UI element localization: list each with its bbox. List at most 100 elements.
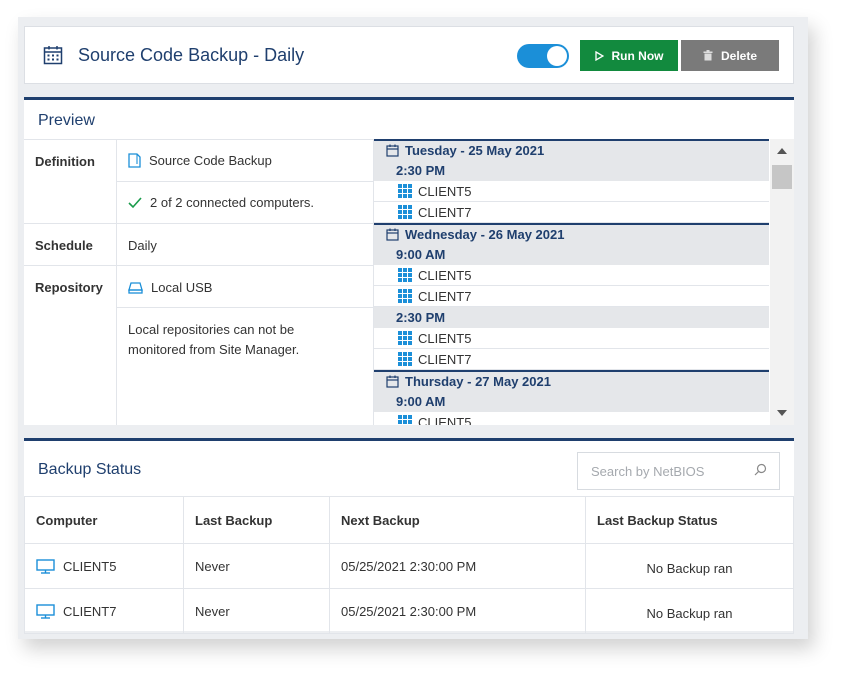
schedule-client-label: CLIENT5 [418,330,472,346]
scroll-down-icon[interactable] [776,409,788,417]
preview-card: Preview Definition Source Code Backup 2 … [24,97,794,425]
definition-panel: Definition Source Code Backup 2 of 2 con… [24,139,374,425]
schedule-time-row: 2:30 PM [374,160,769,181]
toggle-knob [547,46,567,66]
schedule-client-row: CLIENT7 [374,349,769,370]
table-header-row: Computer Last Backup Next Backup Last Ba… [24,496,794,544]
preview-title: Preview [38,112,95,129]
schedule-client-row: CLIENT7 [374,202,769,223]
schedule-time-row: 9:00 AM [374,244,769,265]
enable-toggle[interactable] [517,44,569,68]
repository-text: Local USB [151,280,213,295]
schedule-text: Daily [128,238,157,253]
schedule-client-label: CLIENT5 [418,183,472,199]
trash-icon [703,50,713,61]
column-header-next-backup[interactable]: Next Backup [329,496,586,544]
drive-icon [128,281,143,294]
computer-grid-icon [398,184,412,198]
schedule-day-row: Wednesday - 26 May 2021 [374,223,769,244]
search-input[interactable]: Search by NetBIOS [577,452,780,490]
definition-text: Source Code Backup [149,153,272,168]
calendar-icon [386,375,399,388]
schedule-value: Daily [128,238,157,253]
computer-name: CLIENT7 [63,603,117,619]
schedule-label: Schedule [35,238,93,253]
computer-grid-icon [398,331,412,345]
computer-grid-icon [398,205,412,219]
schedule-list[interactable]: Tuesday - 25 May 2021 2:30 PM CLIENT5 CLIEN… [374,139,769,425]
backup-status-table: Computer Last Backup Next Backup Last Ba… [24,496,794,634]
monitor-icon [36,558,55,574]
table-row[interactable]: CLIENT5 Never 05/25/2021 2:30:00 PM No B… [24,543,794,589]
table-row[interactable]: CLIENT7 Never 05/25/2021 2:30:00 PM No B… [24,588,794,634]
scroll-thumb[interactable] [772,165,792,189]
repository-note: Local repositories can not be monitored … [128,322,300,357]
last-backup-cell: Never [183,588,330,634]
backup-status-card: Backup Status Search by NetBIOS Computer… [24,438,794,634]
calendar-icon [43,46,63,65]
schedule-client-row: CLIENT5 [374,265,769,286]
schedule-day-row: Thursday - 27 May 2021 [374,370,769,391]
column-header-last-backup[interactable]: Last Backup [183,496,330,544]
computer-grid-icon [398,352,412,366]
schedule-client-row: CLIENT5 [374,412,769,425]
schedule-client-label: CLIENT7 [418,288,472,304]
delete-label: Delete [720,48,758,63]
monitor-icon [36,603,55,619]
schedule-client-label: CLIENT7 [418,351,472,367]
computer-cell: CLIENT7 [24,588,184,634]
run-now-label: Run Now [611,48,664,63]
next-backup-cell: 05/25/2021 2:30:00 PM [329,543,586,589]
column-header-last-backup-status[interactable]: Last Backup Status [585,496,794,544]
schedule-client-row: CLIENT5 [374,328,769,349]
schedule-day-label: Wednesday - 26 May 2021 [405,227,565,242]
schedule-client-label: CLIENT7 [418,204,472,220]
delete-button[interactable]: Delete [681,40,779,71]
schedule-scrollbar[interactable] [770,139,794,425]
schedule-day-label: Thursday - 27 May 2021 [405,374,551,389]
repository-value[interactable]: Local USB [128,280,212,295]
schedule-day-row: Tuesday - 25 May 2021 [374,139,769,160]
last-backup-status-cell: No Backup ran [585,543,794,589]
last-backup-status-cell: No Backup ran [585,588,794,634]
schedule-client-label: CLIENT5 [418,267,472,283]
divider [24,223,374,224]
computer-grid-icon [398,415,412,424]
schedule-time-label: 2:30 PM [396,310,446,325]
calendar-icon [386,228,399,241]
schedule-time-row: 9:00 AM [374,391,769,412]
computer-grid-icon [398,289,412,303]
play-icon [594,50,604,61]
scroll-up-icon[interactable] [776,147,788,155]
schedule-time-label: 9:00 AM [396,394,446,409]
schedule-client-row: CLIENT5 [374,181,769,202]
computer-grid-icon [398,268,412,282]
backup-status-title: Backup Status [38,461,142,478]
run-now-button[interactable]: Run Now [580,40,678,71]
calendar-icon [386,144,399,157]
schedule-time-label: 2:30 PM [396,163,446,178]
connected-status: 2 of 2 connected computers. [128,195,314,210]
definition-label: Definition [35,154,95,169]
search-icon[interactable] [754,463,767,476]
document-icon [128,153,141,168]
divider [24,265,374,266]
computer-name: CLIENT5 [63,558,117,574]
schedule-time-row: 2:30 PM [374,307,769,328]
column-header-computer[interactable]: Computer [24,496,184,544]
connected-text: 2 of 2 connected computers. [150,195,315,210]
divider [117,307,374,308]
page-title: Source Code Backup - Daily [78,45,305,65]
repository-label: Repository [35,280,103,295]
computer-cell: CLIENT5 [24,543,184,589]
header-card: Source Code Backup - Daily Run Now Delet… [24,26,794,84]
next-backup-cell: 05/25/2021 2:30:00 PM [329,588,586,634]
schedule-day-label: Tuesday - 25 May 2021 [405,143,545,158]
schedule-client-label: CLIENT5 [418,414,472,426]
last-backup-cell: Never [183,543,330,589]
check-icon [128,196,142,208]
schedule-client-row: CLIENT7 [374,286,769,307]
divider [117,181,374,182]
schedule-time-label: 9:00 AM [396,247,446,262]
definition-value[interactable]: Source Code Backup [128,153,272,168]
